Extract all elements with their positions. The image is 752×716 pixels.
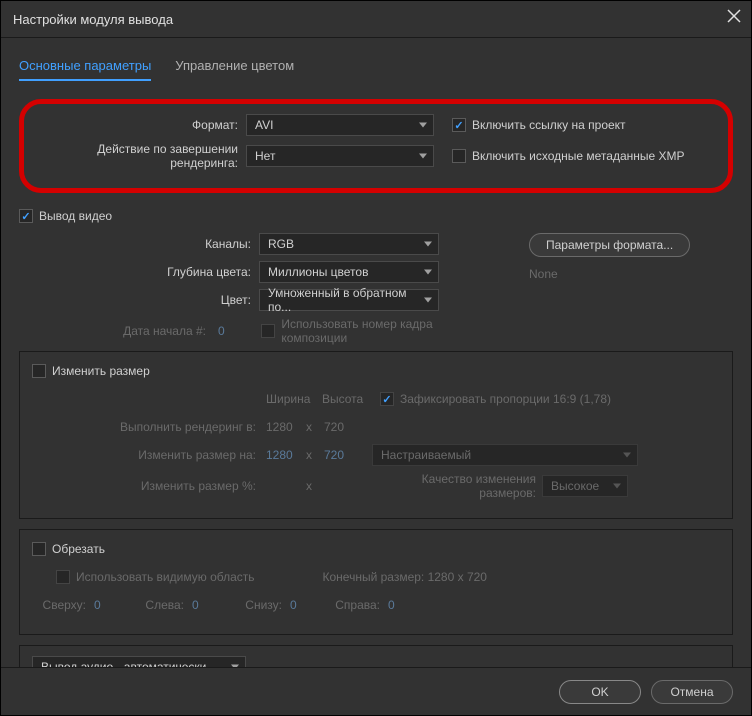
- use-comp-frame-checkbox: [261, 324, 275, 338]
- depth-select[interactable]: Миллионы цветов: [259, 261, 439, 283]
- titlebar: Настройки модуля вывода: [1, 1, 751, 37]
- crop-left-value: 0: [192, 598, 222, 612]
- final-size-label: Конечный размер: 1280 x 720: [323, 570, 487, 584]
- output-module-settings-dialog: Настройки модуля вывода Основные парамет…: [0, 0, 752, 716]
- lock-aspect-label: Зафиксировать пропорции 16:9 (1,78): [400, 392, 611, 406]
- crop-bottom-label: Снизу:: [222, 598, 282, 612]
- crop-right-label: Справа:: [320, 598, 380, 612]
- include-xmp-checkbox[interactable]: [452, 149, 466, 163]
- color-label: Цвет:: [19, 293, 251, 307]
- video-output-checkbox[interactable]: [19, 209, 33, 223]
- tabs: Основные параметры Управление цветом: [19, 58, 733, 81]
- post-render-action-label: Действие по завершении рендеринга:: [38, 142, 238, 170]
- resize-to-label: Изменить размер на:: [32, 448, 256, 462]
- depth-label: Глубина цвета:: [19, 265, 251, 279]
- lock-aspect-checkbox: [380, 392, 394, 406]
- post-render-action-select[interactable]: Нет: [246, 145, 434, 167]
- render-at-label: Выполнить рендеринг в:: [32, 420, 256, 434]
- crop-right-value: 0: [388, 598, 395, 612]
- include-xmp-label: Включить исходные метаданные XMP: [472, 149, 685, 163]
- start-num-value: 0: [218, 324, 237, 338]
- include-link-label: Включить ссылку на проект: [472, 118, 626, 132]
- ok-button[interactable]: OK: [559, 680, 641, 704]
- resize-quality-select: Высокое: [542, 475, 628, 497]
- render-x: x: [306, 420, 324, 434]
- footer: OK Отмена: [1, 667, 751, 715]
- audio-output-mode-select[interactable]: Вывод аудио - автоматически: [32, 656, 246, 667]
- format-label: Формат:: [38, 118, 238, 132]
- resize-to-width: 1280: [266, 448, 306, 462]
- tab-color[interactable]: Управление цветом: [175, 58, 294, 81]
- channels-label: Каналы:: [19, 237, 251, 251]
- close-icon[interactable]: [727, 9, 741, 28]
- resize-height-header: Высота: [322, 392, 378, 406]
- resize-to-x: x: [306, 448, 324, 462]
- resize-checkbox[interactable]: [32, 364, 46, 378]
- include-link-checkbox[interactable]: [452, 118, 466, 132]
- use-roi-checkbox: [56, 570, 70, 584]
- color-select[interactable]: Умноженный в обратном по...: [259, 289, 439, 311]
- render-width: 1280: [266, 420, 306, 434]
- video-output-label: Вывод видео: [39, 209, 112, 223]
- use-roi-label: Использовать видимую область: [76, 570, 255, 584]
- crop-section: Обрезать Использовать видимую область Ко…: [19, 529, 733, 635]
- crop-top-value: 0: [94, 598, 124, 612]
- use-comp-frame-label: Использовать номер кадра композиции: [281, 317, 459, 345]
- audio-section: Вывод аудио - автоматически Вывод аудио …: [19, 645, 733, 667]
- crop-left-label: Слева:: [124, 598, 184, 612]
- content: Основные параметры Управление цветом Фор…: [1, 38, 751, 667]
- crop-checkbox[interactable]: [32, 542, 46, 556]
- render-height: 720: [324, 420, 344, 434]
- resize-to-height: 720: [324, 448, 364, 462]
- start-num-label: Дата начала #:: [19, 324, 206, 338]
- resize-pct-x: x: [306, 479, 324, 493]
- resize-pct-label: Изменить размер %:: [32, 479, 256, 493]
- resize-section: Изменить размер Ширина Высота Зафиксиров…: [19, 351, 733, 519]
- format-select[interactable]: AVI: [246, 114, 434, 136]
- format-options-none: None: [529, 267, 558, 281]
- cancel-button[interactable]: Отмена: [651, 680, 733, 704]
- resize-quality-label: Качество изменения размеров:: [364, 472, 536, 500]
- resize-title: Изменить размер: [52, 364, 150, 378]
- format-highlight-box: Формат: AVI Включить ссылку на проект Де…: [19, 99, 733, 193]
- tab-main[interactable]: Основные параметры: [19, 58, 151, 81]
- video-format-options-button[interactable]: Параметры формата...: [529, 233, 690, 257]
- resize-width-header: Ширина: [266, 392, 322, 406]
- crop-top-label: Сверху:: [36, 598, 86, 612]
- title-text: Настройки модуля вывода: [13, 12, 173, 27]
- crop-bottom-value: 0: [290, 598, 320, 612]
- channels-select[interactable]: RGB: [259, 233, 439, 255]
- resize-preset-select: Настраиваемый: [372, 444, 638, 466]
- crop-title: Обрезать: [52, 542, 105, 556]
